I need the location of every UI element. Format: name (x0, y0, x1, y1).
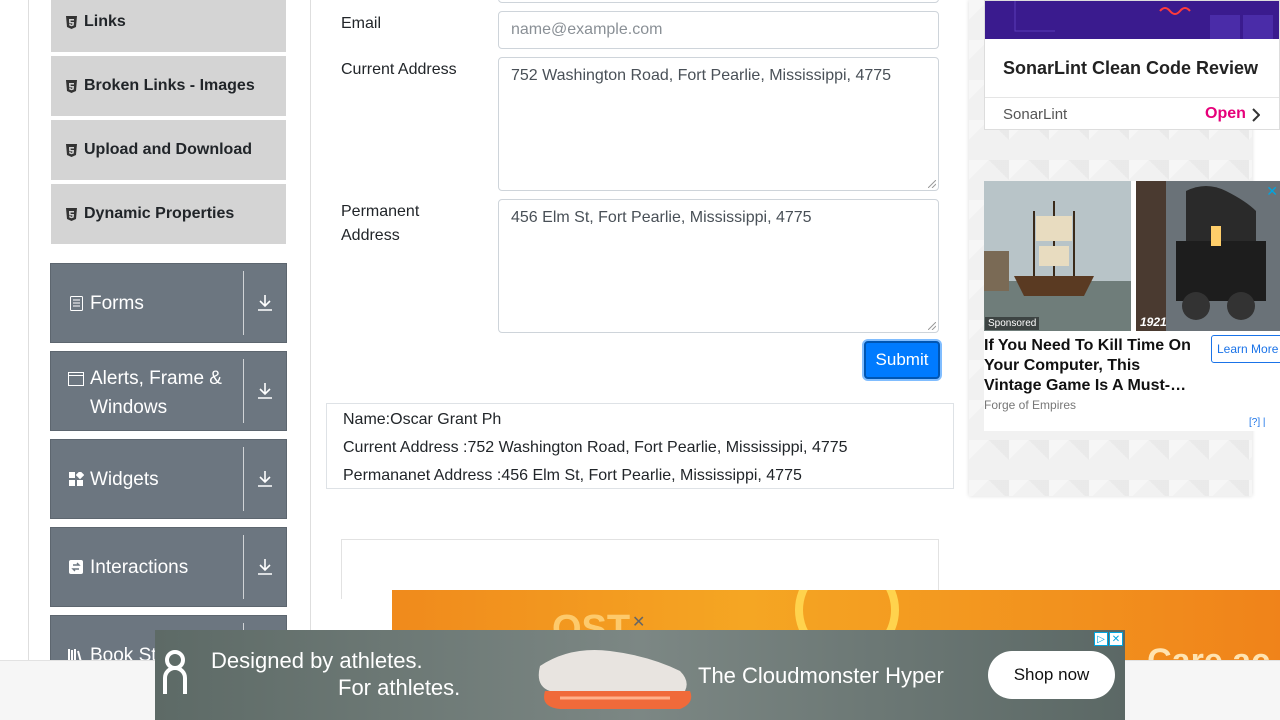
on-ad-tagline: The Cloudmonster Hyper (698, 663, 944, 688)
sonarlint-open-button[interactable]: Open (1205, 105, 1246, 123)
widgets-icon (68, 471, 84, 487)
html5-icon (66, 143, 77, 157)
bottom-strip (1125, 660, 1280, 720)
download-icon[interactable] (244, 470, 286, 488)
sidebar-item-label: Upload and Download (84, 141, 252, 158)
shoe-image (538, 650, 692, 709)
permanent-address-value: 456 Elm St, Fort Pearlie, Mississippi, 4… (511, 209, 812, 226)
download-icon[interactable] (244, 558, 286, 576)
sidebar-item-label: Broken Links - Images (84, 77, 255, 94)
learn-more-button[interactable]: Learn More (1211, 335, 1280, 363)
output-current-address: Current Address :752 Washington Road, Fo… (343, 439, 848, 456)
sponsored-headline[interactable]: If You Need To Kill Time On Your Compute… (984, 336, 1199, 396)
divider (985, 97, 1279, 98)
adchoices-icon[interactable]: [?] | (1249, 417, 1266, 428)
sidebar-item-links[interactable]: Links (50, 0, 287, 54)
current-address-field[interactable]: 752 Washington Road, Fort Pearlie, Missi… (498, 57, 939, 191)
download-icon[interactable] (244, 382, 286, 400)
name-field[interactable] (498, 0, 939, 3)
close-icon[interactable]: ✕ (1266, 183, 1278, 200)
train-image: 1921 ✕ (1136, 181, 1280, 331)
sonarlint-ad[interactable]: SonarLint Clean Code Review SonarLint Op… (984, 0, 1280, 130)
sponsored-ad[interactable]: Sponsored 1921 ✕ If You Need To Kill Tim… (984, 181, 1280, 431)
chevron-right-icon (1252, 108, 1260, 122)
on-ad-line2: For athletes. (338, 675, 461, 700)
bottom-strip (0, 660, 155, 720)
sidebar-item-label: Links (84, 13, 126, 30)
adchoices-icon[interactable]: ▷ ✕ (1094, 632, 1123, 646)
group-label: Alerts, Frame & Windows (90, 368, 222, 418)
resize-handle-icon[interactable] (928, 322, 936, 330)
on-ad-line1: Designed by athletes. (211, 648, 423, 673)
group-label: Forms (90, 292, 144, 314)
sidebar-group-alerts[interactable]: Alerts, Frame & Windows (50, 351, 287, 431)
on-running-ad[interactable]: Designed by athletes. For athletes. The … (155, 630, 1125, 720)
on-logo-icon (163, 650, 187, 694)
sonarlint-brand: SonarLint (1003, 106, 1068, 123)
html5-icon (66, 15, 77, 29)
sidebar-border (28, 0, 29, 660)
download-icon[interactable] (244, 294, 286, 312)
sidebar-item-dynamic-properties[interactable]: Dynamic Properties (50, 183, 287, 246)
html5-icon (66, 79, 77, 93)
sponsored-source: Forge of Empires (984, 398, 1077, 412)
email-placeholder: name@example.com (511, 21, 663, 38)
sidebar-group-interactions[interactable]: Interactions (50, 527, 287, 607)
current-address-value: 752 Washington Road, Fort Pearlie, Missi… (511, 67, 892, 84)
sidebar-item-upload-download[interactable]: Upload and Download (50, 119, 287, 182)
output-panel: Name:Oscar Grant Ph Current Address :752… (326, 403, 954, 489)
email-field[interactable]: name@example.com (498, 11, 939, 49)
output-name: Name:Oscar Grant Ph (343, 411, 502, 428)
group-label: Interactions (90, 556, 189, 578)
current-address-label: Current Address (341, 61, 457, 78)
group-label: Widgets (90, 468, 159, 490)
year-tag: 1921 (1140, 315, 1167, 329)
sonarlint-title: SonarLint Clean Code Review (1003, 58, 1259, 78)
sidebar-group-forms[interactable]: Forms (50, 263, 287, 343)
permanent-address-label: Permanent Address (341, 203, 420, 244)
shop-now-button[interactable]: Shop now (988, 651, 1115, 699)
sidebar-item-label: Dynamic Properties (84, 205, 235, 222)
email-label: Email (341, 15, 382, 32)
form-icon (68, 295, 84, 311)
interactions-icon (68, 559, 84, 575)
output-permanent-address: Permananet Address :456 Elm St, Fort Pea… (343, 467, 802, 484)
permanent-address-field[interactable]: 456 Elm St, Fort Pearlie, Mississippi, 4… (498, 199, 939, 333)
ship-image: Sponsored (984, 181, 1131, 331)
html5-icon (66, 207, 77, 221)
sidebar-group-widgets[interactable]: Widgets (50, 439, 287, 519)
resize-handle-icon[interactable] (928, 180, 936, 188)
orange-ad-logo (795, 590, 899, 630)
sonarlint-banner-image (985, 1, 1279, 39)
sidebar-border (310, 0, 311, 660)
close-icon[interactable]: ✕ (632, 612, 645, 632)
submit-button[interactable]: Submit (864, 341, 940, 379)
window-icon (68, 371, 84, 387)
sidebar-item-broken-links[interactable]: Broken Links - Images (50, 55, 287, 118)
sponsored-tag: Sponsored (985, 317, 1040, 330)
